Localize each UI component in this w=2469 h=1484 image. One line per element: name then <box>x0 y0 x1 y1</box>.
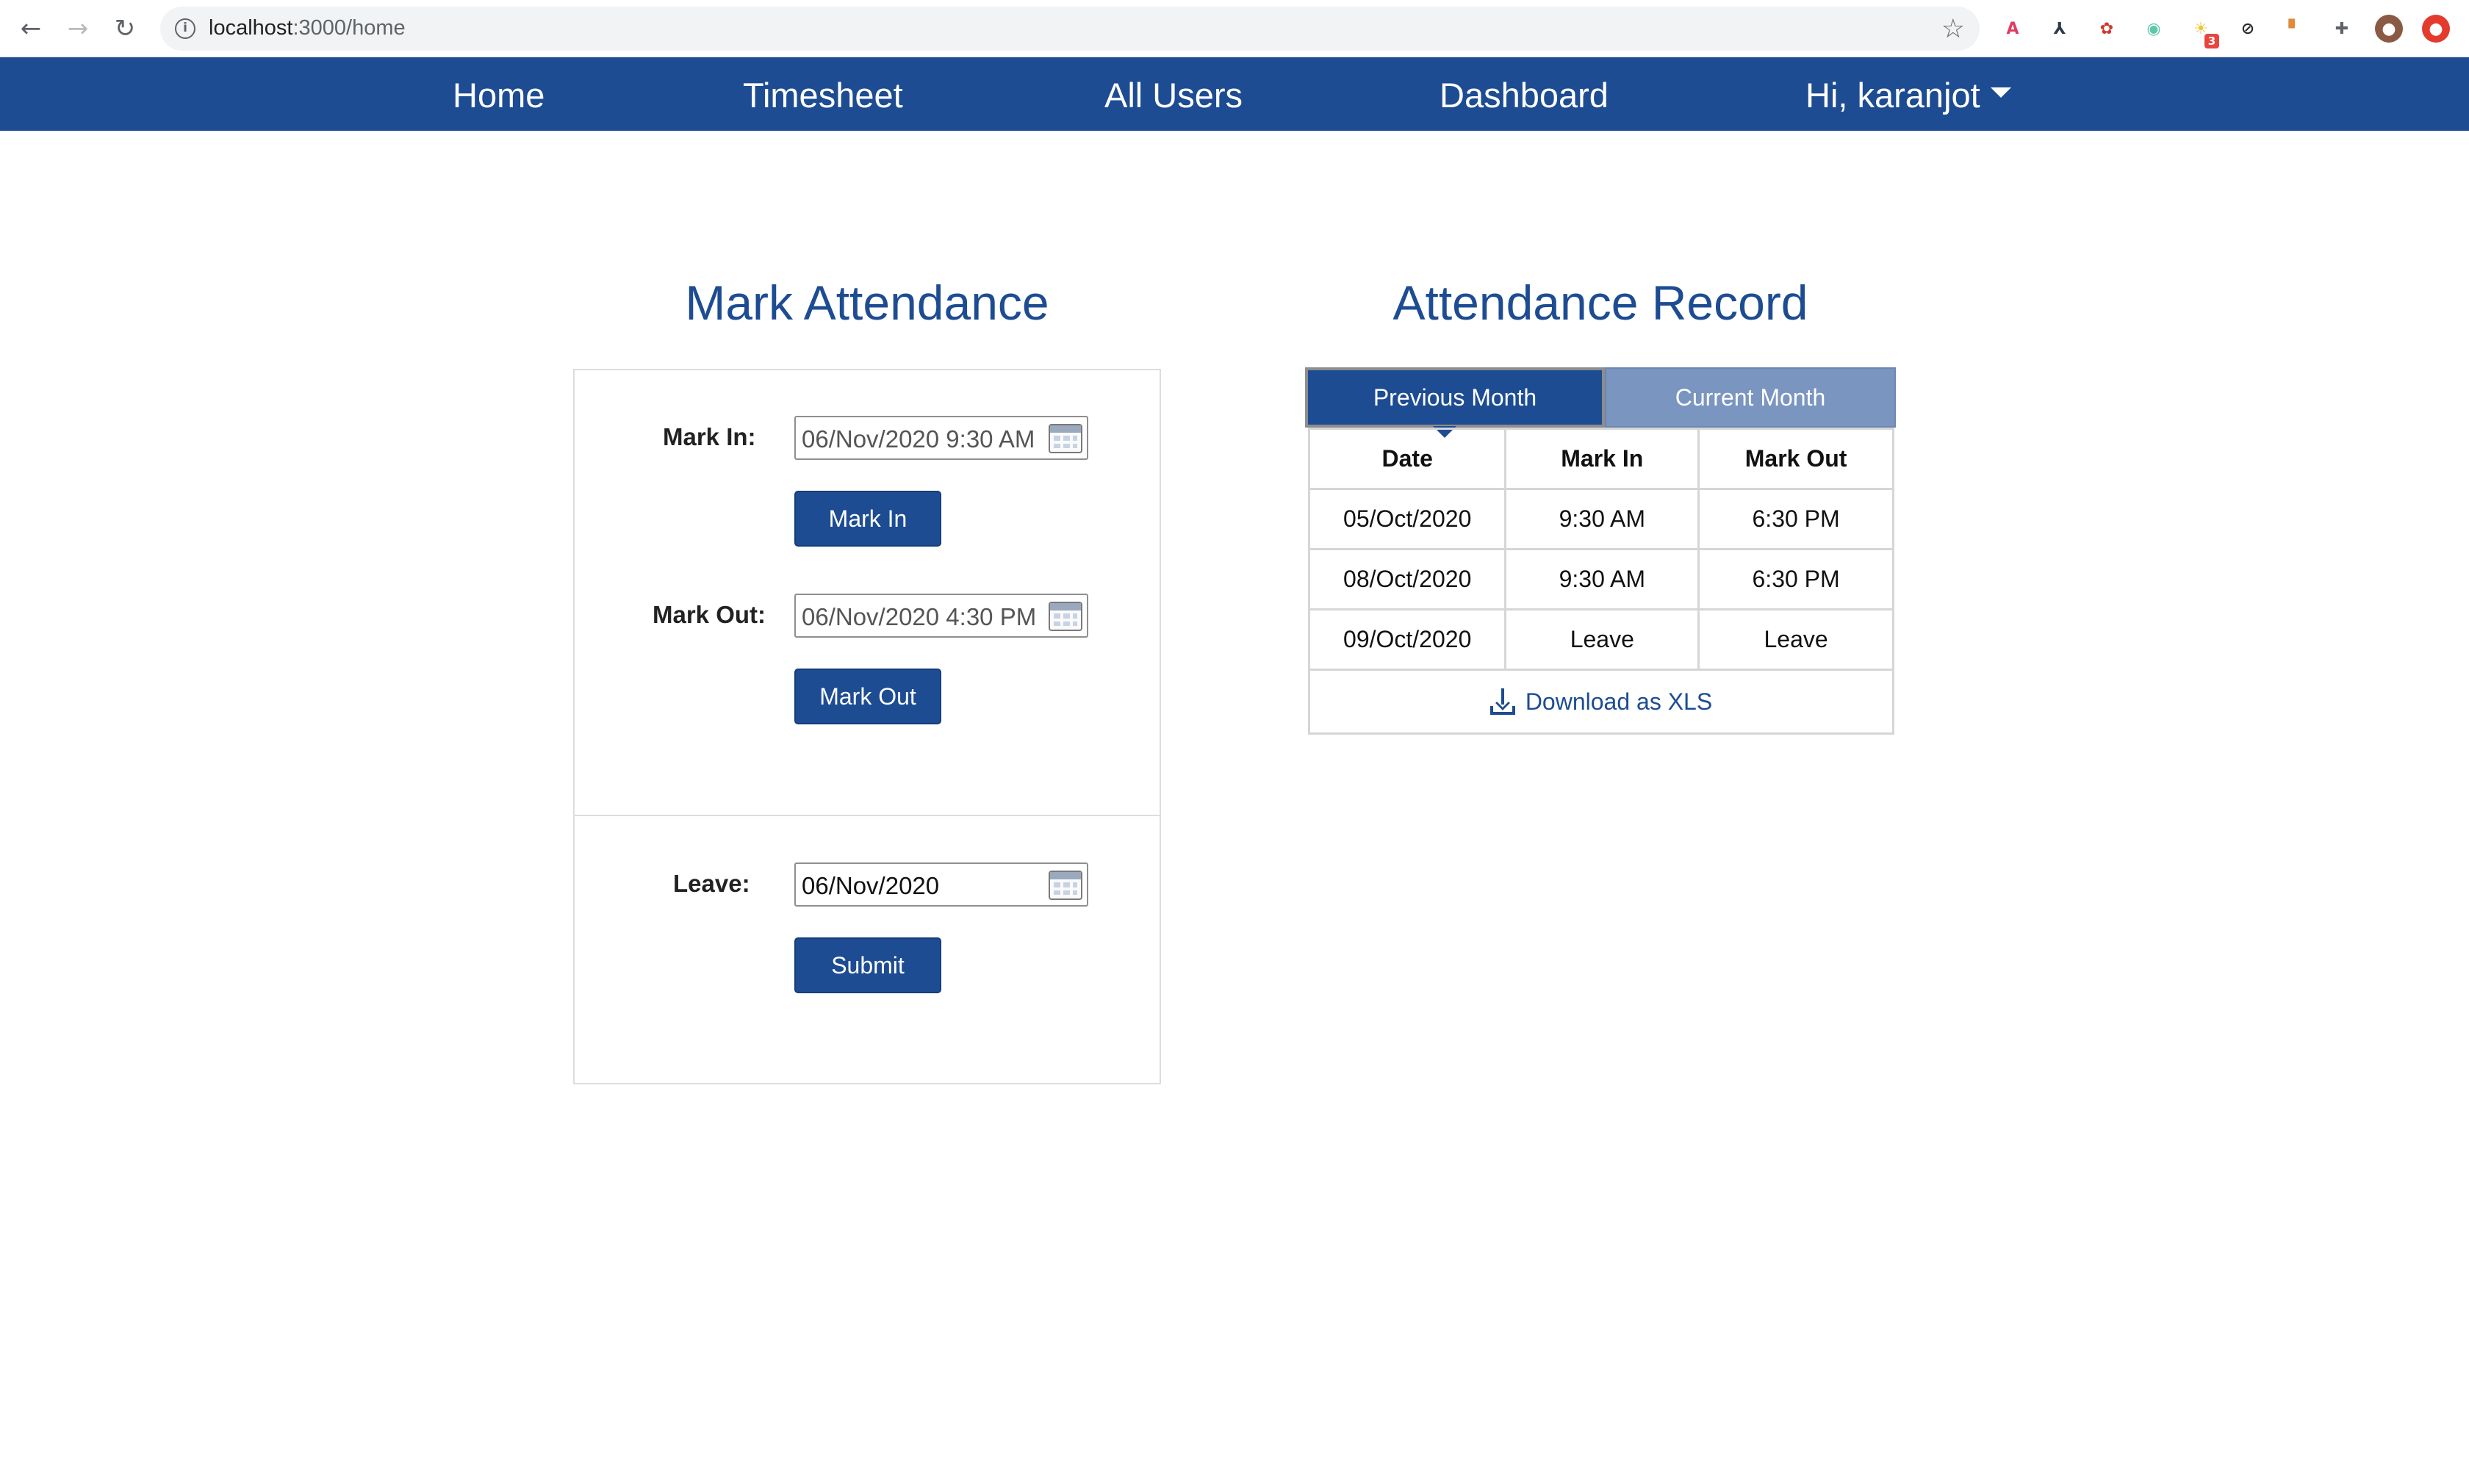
nav-dashboard[interactable]: Dashboard <box>1440 75 1609 115</box>
mark-in-button[interactable]: Mark In <box>794 491 941 547</box>
table-cell-mark-in: 9:30 AM <box>1504 548 1700 610</box>
calendar-icon[interactable] <box>1049 602 1082 631</box>
download-xls-link[interactable]: Download as XLS <box>1308 669 1894 735</box>
pdf-extension-icon[interactable]: ✿ <box>2093 15 2121 43</box>
extension-badge: 3 <box>2204 34 2219 48</box>
month-tabs: Previous Month Current Month <box>1305 367 1896 438</box>
mark-out-value: 06/Nov/2020 4:30 PM <box>802 603 1037 630</box>
table-cell-mark-out: Leave <box>1697 608 1894 671</box>
graph-extension-icon[interactable]: ⅄ <box>2046 15 2074 43</box>
reload-icon[interactable]: ↻ <box>110 14 140 43</box>
info-icon[interactable]: i <box>175 18 195 39</box>
zoom-extension-icon[interactable]: ⊘ <box>2234 15 2262 43</box>
table-cell-mark-out: 6:30 PM <box>1697 488 1894 550</box>
mark-in-label: Mark In: <box>663 423 756 450</box>
mark-out-label: Mark Out: <box>653 601 766 628</box>
table-header-row: Date Mark In Mark Out <box>1307 428 1894 490</box>
attendance-record-title: Attendance Record <box>1392 275 1808 330</box>
update-extension-icon[interactable]: ● <box>2422 15 2450 43</box>
column-header-date: Date <box>1307 428 1507 490</box>
mark-in-value: 06/Nov/2020 9:30 AM <box>802 425 1035 453</box>
mark-attendance-card: Mark In: 06/Nov/2020 9:30 AM Mark In Mar… <box>573 369 1161 1084</box>
mark-in-datetime-input[interactable]: 06/Nov/2020 9:30 AM <box>794 416 1088 460</box>
arrow-right-icon[interactable]: → <box>63 14 93 43</box>
mark-out-datetime-input[interactable]: 06/Nov/2020 4:30 PM <box>794 594 1088 638</box>
table-row: 08/Oct/2020 9:30 AM 6:30 PM <box>1307 548 1894 610</box>
tab-current-month[interactable]: Current Month <box>1605 367 1896 428</box>
profile-avatar-icon[interactable]: ● <box>2375 15 2403 43</box>
comment-extension-icon[interactable]: ▘ <box>2281 15 2309 43</box>
column-header-mark-in: Mark In <box>1504 428 1700 490</box>
user-menu-label: Hi, karanjot <box>1805 76 1980 115</box>
nav-timesheet[interactable]: Timesheet <box>743 75 903 115</box>
lightbulb-extension-icon[interactable]: ☀ 3 <box>2187 15 2219 48</box>
user-menu-dropdown[interactable]: Hi, karanjot <box>1805 75 2011 115</box>
table-cell-mark-in: Leave <box>1504 608 1700 671</box>
download-xls-label: Download as XLS <box>1525 688 1713 715</box>
color-extension-icon[interactable]: ◉ <box>2140 15 2168 43</box>
address-bar[interactable]: i localhost:3000/home ☆ <box>160 7 1980 51</box>
table-cell-date: 09/Oct/2020 <box>1307 608 1507 671</box>
download-icon <box>1489 688 1515 715</box>
tab-previous-month-label: Previous Month <box>1373 383 1537 411</box>
calendar-icon[interactable] <box>1049 871 1082 900</box>
leave-date-input[interactable]: 06/Nov/2020 <box>794 862 1088 907</box>
leave-label: Leave: <box>673 870 750 897</box>
tab-previous-month[interactable]: Previous Month <box>1305 367 1605 438</box>
table-cell-date: 08/Oct/2020 <box>1307 548 1507 610</box>
url-text[interactable]: localhost:3000/home <box>209 16 406 40</box>
arrow-left-icon[interactable]: ← <box>16 14 46 43</box>
mark-attendance-title: Mark Attendance <box>685 275 1049 330</box>
mark-out-button[interactable]: Mark Out <box>794 669 941 724</box>
table-cell-mark-in: 9:30 AM <box>1504 488 1700 550</box>
calendar-icon[interactable] <box>1049 424 1082 453</box>
table-cell-mark-out: 6:30 PM <box>1697 548 1894 610</box>
table-row: 09/Oct/2020 Leave Leave <box>1307 608 1894 671</box>
submit-button[interactable]: Submit <box>794 937 941 993</box>
main-navbar: Home Timesheet All Users Dashboard Hi, k… <box>0 57 2469 131</box>
nav-home[interactable]: Home <box>453 75 545 115</box>
nav-all-users[interactable]: All Users <box>1104 75 1243 115</box>
star-icon[interactable]: ☆ <box>1941 14 1965 44</box>
browser-toolbar: ← → ↻ i localhost:3000/home ☆ A ⅄ ✿ ◉ ☀ 3 ⊘ ▘ ✚ ●… <box>0 0 2469 57</box>
column-header-mark-out: Mark Out <box>1697 428 1894 490</box>
table-row: 05/Oct/2020 9:30 AM 6:30 PM <box>1307 488 1894 550</box>
attendance-table: Date Mark In Mark Out 05/Oct/2020 9:30 A… <box>1307 428 1894 671</box>
leave-value: 06/Nov/2020 <box>802 872 940 899</box>
url-path: :3000/home <box>292 16 406 40</box>
caret-down-icon <box>1990 87 2011 98</box>
url-host: localhost <box>209 16 293 40</box>
card-divider <box>575 815 1160 816</box>
angular-extension-icon[interactable]: A <box>1999 15 2027 43</box>
tab-current-month-label: Current Month <box>1675 383 1826 411</box>
puzzle-extension-icon[interactable]: ✚ <box>2328 15 2356 43</box>
table-cell-date: 05/Oct/2020 <box>1307 488 1507 550</box>
